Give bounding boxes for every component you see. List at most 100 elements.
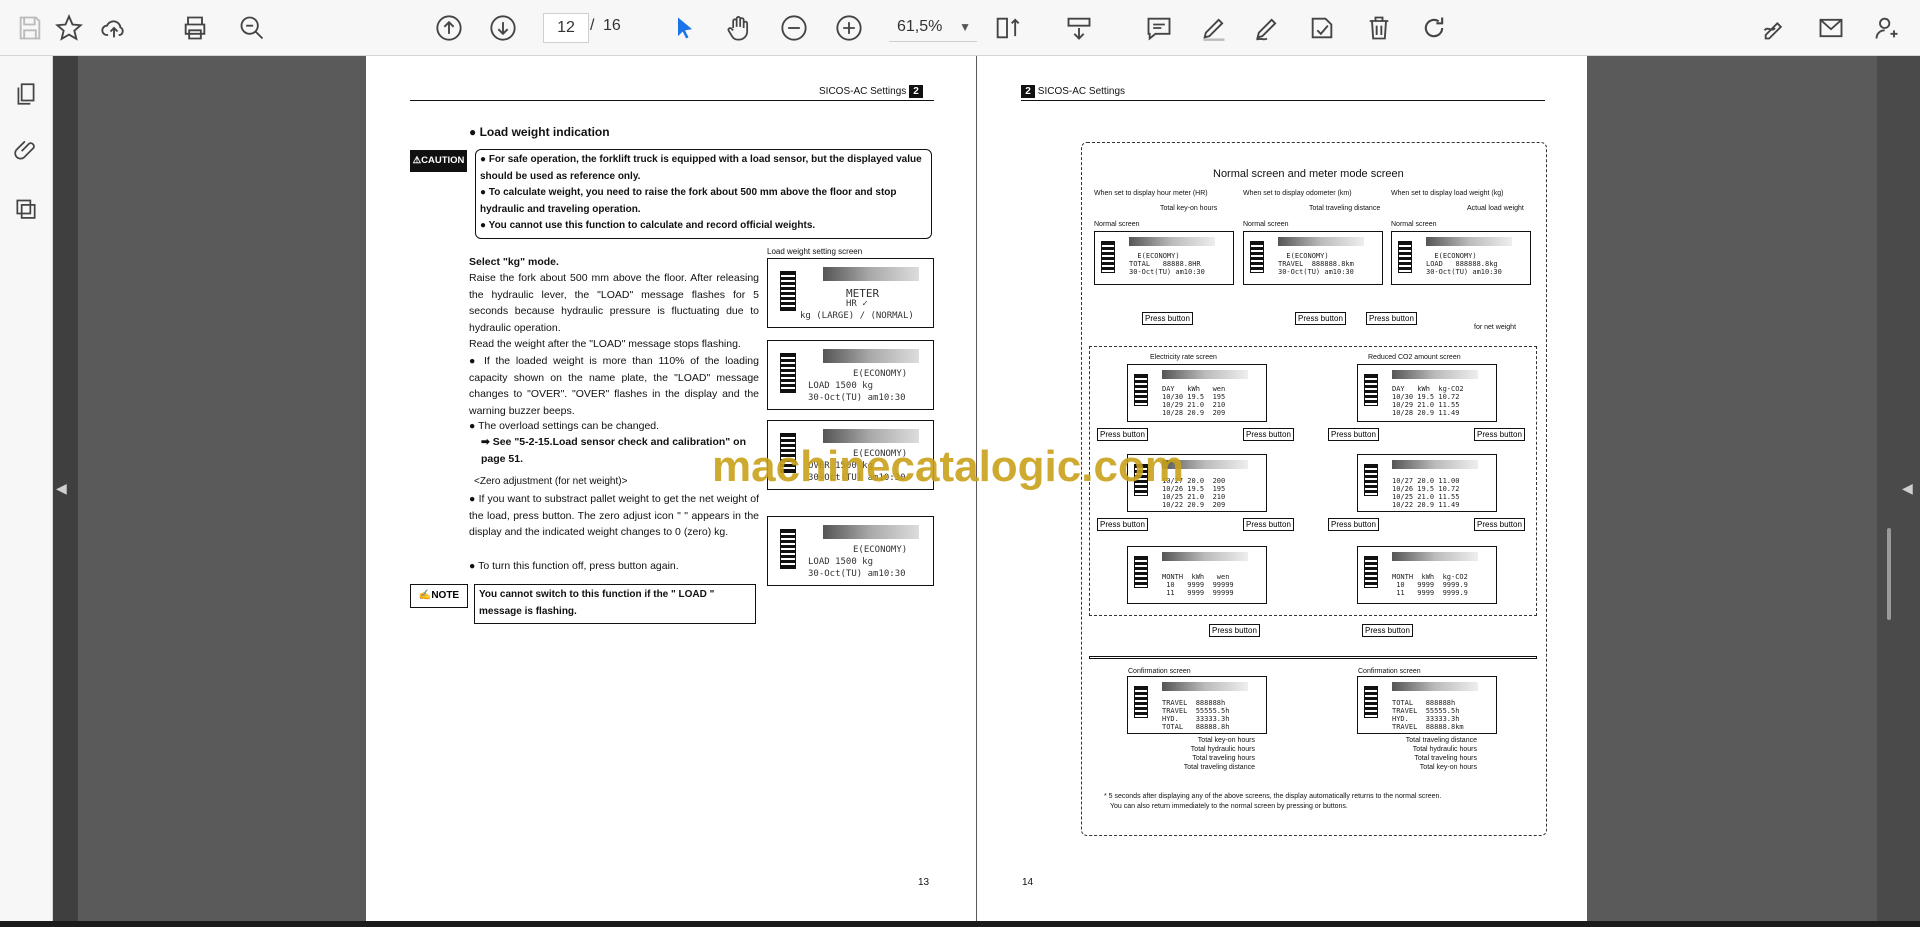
- speed-bar: [1392, 552, 1478, 561]
- speed-bar: [1392, 370, 1478, 379]
- column-label: Total traveling distance: [1309, 205, 1381, 212]
- email-icon[interactable]: [1814, 11, 1848, 45]
- scrollbar-thumb[interactable]: [1887, 528, 1891, 620]
- press-button-label: Press button: [1295, 312, 1346, 325]
- next-page-icon[interactable]: [486, 11, 520, 45]
- header-rule: [1021, 100, 1545, 101]
- draw-icon[interactable]: [1250, 11, 1284, 45]
- mini-lcd: 10/27 20.0 11.00 10/26 19.5 10.72 10/25 …: [1357, 454, 1497, 512]
- battery-graphic: [1364, 374, 1378, 406]
- print-icon[interactable]: [178, 11, 212, 45]
- zoom-out-icon[interactable]: [777, 11, 811, 45]
- cloud-upload-icon[interactable]: [97, 11, 131, 45]
- bullet-item: ● If the loaded weight is more than 110%…: [469, 355, 759, 417]
- press-button-label: Press button: [1243, 518, 1294, 531]
- battery-graphic: [780, 529, 796, 569]
- mini-lcd-text: TOTAL 888888h TRAVEL 55555.5h HYD. 33333…: [1392, 699, 1464, 731]
- press-button-label: Press button: [1209, 624, 1260, 637]
- confirmation-label: Total traveling hours: [1192, 755, 1255, 762]
- attachment-icon[interactable]: [10, 134, 42, 166]
- note-content: You cannot switch to this function if th…: [479, 589, 715, 617]
- bullet-item: ● To turn this function off, press butto…: [469, 560, 679, 572]
- star-icon[interactable]: [52, 11, 86, 45]
- toolbar: 12 / 16 61,5% ▼: [0, 0, 1920, 56]
- previous-page-icon[interactable]: [432, 11, 466, 45]
- battery-graphic: [1101, 241, 1115, 273]
- bottom-bar: [0, 921, 1920, 927]
- lcd-line: LOAD 1500 kg: [808, 557, 874, 567]
- mini-lcd: TRAVEL 888888h TRAVEL 55555.5h HYD. 3333…: [1127, 676, 1267, 734]
- lcd-line: E(ECONOMY): [853, 369, 908, 379]
- battery-graphic: [1364, 686, 1378, 718]
- stamp-icon[interactable]: [1305, 11, 1339, 45]
- header-text: SICOS-AC Settings: [819, 86, 907, 97]
- paragraph: Read the weight after the "LOAD" message…: [469, 338, 741, 350]
- page-thumbnails-icon[interactable]: [10, 78, 42, 110]
- mini-lcd: DAY kWh kg-CO2 10/30 19.5 10.72 10/29 21…: [1357, 364, 1497, 422]
- select-kg-heading: Select "kg" mode.: [469, 256, 559, 268]
- speed-bar: [823, 525, 919, 539]
- mini-lcd-text: E(ECONOMY) TRAVEL 888888.8km 30-Oct(TU) …: [1278, 252, 1354, 276]
- confirmation-label: Total hydraulic hours: [1412, 746, 1477, 753]
- mini-lcd-text: 10/27 20.0 11.00 10/26 19.5 10.72 10/25 …: [1392, 477, 1460, 509]
- total-pages: 16: [603, 17, 621, 34]
- lcd-screen: E(ECONOMY) LOAD 1500 kg 30-Oct(TU) am10:…: [767, 340, 934, 410]
- save-icon[interactable]: [13, 11, 47, 45]
- caution-item-text: You cannot use this function to calculat…: [488, 220, 816, 231]
- highlight-pen-icon[interactable]: [1197, 11, 1231, 45]
- caution-box: ● For safe operation, the forklift truck…: [475, 149, 932, 239]
- battery-graphic: [1364, 556, 1378, 588]
- mini-lcd: DAY kWh wen 10/30 19.5 195 10/29 21.0 21…: [1127, 364, 1267, 422]
- speed-bar: [823, 267, 919, 281]
- redo-icon[interactable]: [1417, 11, 1451, 45]
- select-cursor-icon[interactable]: [668, 11, 702, 45]
- page-number-input[interactable]: 12: [543, 13, 589, 43]
- caution-text: CAUTION: [421, 155, 465, 166]
- press-button-label: Press button: [1243, 428, 1294, 441]
- layers-icon[interactable]: [10, 191, 42, 223]
- header-text: SICOS-AC Settings: [1037, 86, 1126, 97]
- zoom-in-icon[interactable]: [832, 11, 866, 45]
- scroll-mode-icon[interactable]: [1062, 11, 1096, 45]
- speed-bar: [823, 349, 919, 363]
- section-title: ● Load weight indication: [469, 125, 610, 139]
- note-label: ✍NOTE: [410, 584, 468, 608]
- battery-graphic: [1250, 241, 1264, 273]
- mini-lcd-text: TRAVEL 888888h TRAVEL 55555.5h HYD. 3333…: [1162, 699, 1230, 731]
- zoom-search-icon[interactable]: [235, 11, 269, 45]
- speed-bar: [1162, 682, 1248, 691]
- see-reference-text: See "5-2-15.Load sensor check and calibr…: [481, 436, 747, 465]
- page-number: 13: [918, 877, 930, 888]
- mini-lcd-text: E(ECONOMY) TOTAL 88888.8HR 30-Oct(TU) am…: [1129, 252, 1205, 276]
- bullet-item: ● If you want to substract pallet weight…: [469, 493, 759, 538]
- lcd-line: 30-Oct(TU) am10:30: [808, 393, 906, 403]
- diagram-title: Normal screen and meter mode screen: [1213, 168, 1404, 180]
- speed-bar: [1426, 237, 1512, 246]
- bullet-item: ● The overload settings can be changed.: [469, 420, 660, 432]
- lcd-screen: E(ECONOMY) LOAD 1500 kg 30-Oct(TU) am10:…: [767, 516, 934, 586]
- page-separator: /: [590, 17, 595, 34]
- mini-lcd-text: DAY kWh wen 10/30 19.5 195 10/29 21.0 21…: [1162, 385, 1226, 417]
- fill-sign-icon[interactable]: [1758, 11, 1792, 45]
- delete-icon[interactable]: [1362, 11, 1396, 45]
- press-button-label: Press button: [1328, 518, 1379, 531]
- collapse-left-pane-icon[interactable]: ◀: [56, 480, 68, 496]
- mini-lcd-text: E(ECONOMY) LOAD 888888.8kg 30-Oct(TU) am…: [1426, 252, 1502, 276]
- zoom-select[interactable]: 61,5% ▼: [889, 13, 977, 42]
- chevron-down-icon: ▼: [959, 20, 971, 34]
- expand-right-pane-icon[interactable]: ◀: [1902, 480, 1914, 496]
- mini-lcd-text: DAY kWh kg-CO2 10/30 19.5 10.72 10/29 21…: [1392, 385, 1464, 417]
- page-header: SICOS-AC Settings 2: [819, 85, 924, 98]
- battery-graphic: [780, 353, 796, 393]
- add-user-icon[interactable]: [1870, 11, 1904, 45]
- paragraph: Raise the fork about 500 mm above the fl…: [469, 272, 759, 334]
- note-text: NOTE: [431, 590, 460, 601]
- page-fit-icon[interactable]: [990, 11, 1024, 45]
- hand-tool-icon[interactable]: [722, 11, 756, 45]
- lcd-line: 30-Oct(TU) am10:30: [808, 569, 906, 579]
- speed-bar: [1278, 237, 1364, 246]
- press-button-label: Press button: [1097, 518, 1148, 531]
- press-button-label: Press button: [1474, 518, 1525, 531]
- speed-bar: [1162, 370, 1248, 379]
- comment-icon[interactable]: [1142, 11, 1176, 45]
